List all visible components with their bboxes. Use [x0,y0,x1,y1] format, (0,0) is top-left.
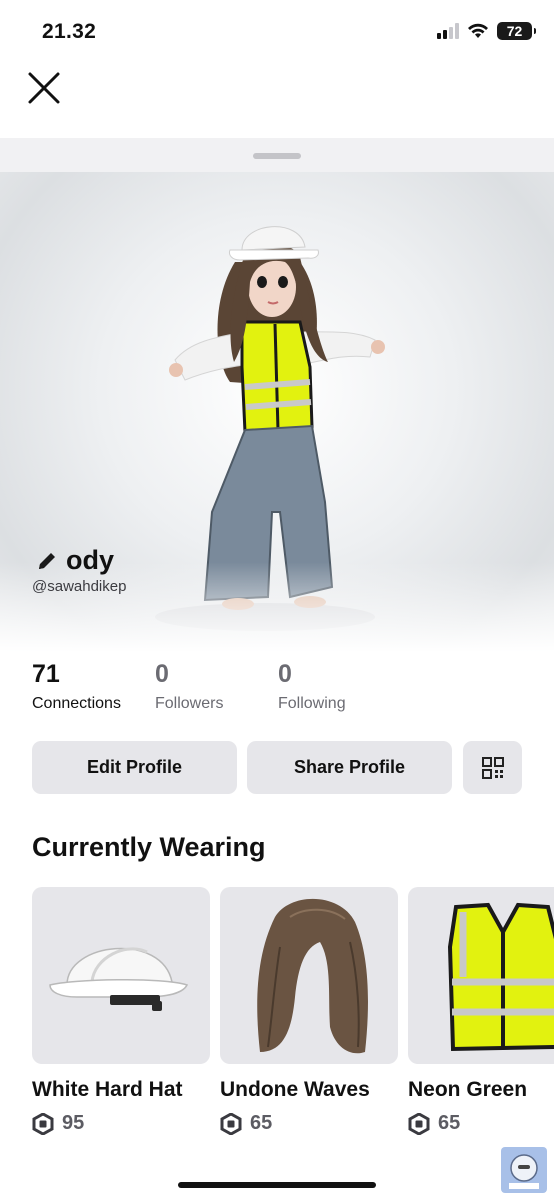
wearing-item-undone-waves[interactable]: Undone Waves 65 [220,887,398,1135]
item-price: 95 [32,1112,210,1135]
item-thumbnail [220,887,398,1064]
item-price-value: 95 [62,1112,85,1134]
drag-handle[interactable] [253,153,301,159]
battery-indicator: 72 [497,22,536,40]
item-price: 65 [220,1112,398,1135]
stat-following[interactable]: 0 Following [278,660,346,713]
avatar-badge[interactable] [501,1147,547,1193]
pencil-icon[interactable] [36,550,58,572]
username: @sawahdikep [32,578,127,595]
close-icon [28,72,60,104]
stat-connections[interactable]: 71 Connections [32,660,121,713]
stat-label: Connections [32,695,121,712]
item-thumbnail [408,887,554,1064]
item-price-value: 65 [438,1112,461,1134]
home-indicator [178,1182,376,1188]
share-profile-button[interactable]: Share Profile [247,741,452,794]
stat-label: Followers [155,695,224,712]
hair-icon [257,898,368,1054]
display-name-row[interactable]: ody [36,545,114,576]
wearing-item-white-hard-hat[interactable]: White Hard Hat 95 [32,887,210,1135]
wearing-item-neon-green[interactable]: Neon Green 65 [408,887,554,1135]
item-price-value: 65 [250,1112,273,1134]
hard-hat-icon [49,947,189,1011]
qr-code-icon [481,756,504,779]
stat-followers[interactable]: 0 Followers [155,660,223,713]
item-name: White Hard Hat [32,1078,183,1101]
cellular-signal-icon [437,23,459,39]
safety-vest-icon [447,902,554,1052]
stat-value: 0 [278,660,292,688]
robux-icon [220,1112,242,1135]
stat-value: 0 [155,660,169,688]
display-name: ody [66,545,115,575]
stat-label: Following [278,695,346,712]
item-price: 65 [408,1112,554,1135]
stat-value: 71 [32,660,60,688]
edit-profile-button[interactable]: Edit Profile [32,741,237,794]
item-name: Undone Waves [220,1078,370,1101]
close-button[interactable] [26,70,62,106]
status-time: 21.32 [42,20,97,43]
status-bar: 21.32 72 [0,0,554,60]
item-thumbnail [32,887,210,1064]
wifi-icon [468,23,488,38]
robux-icon [408,1112,430,1135]
avatar-icon [509,1154,539,1189]
item-name: Neon Green [408,1078,528,1101]
section-title: Currently Wearing [32,832,266,862]
qr-code-button[interactable] [463,741,522,794]
robux-icon [32,1112,54,1135]
